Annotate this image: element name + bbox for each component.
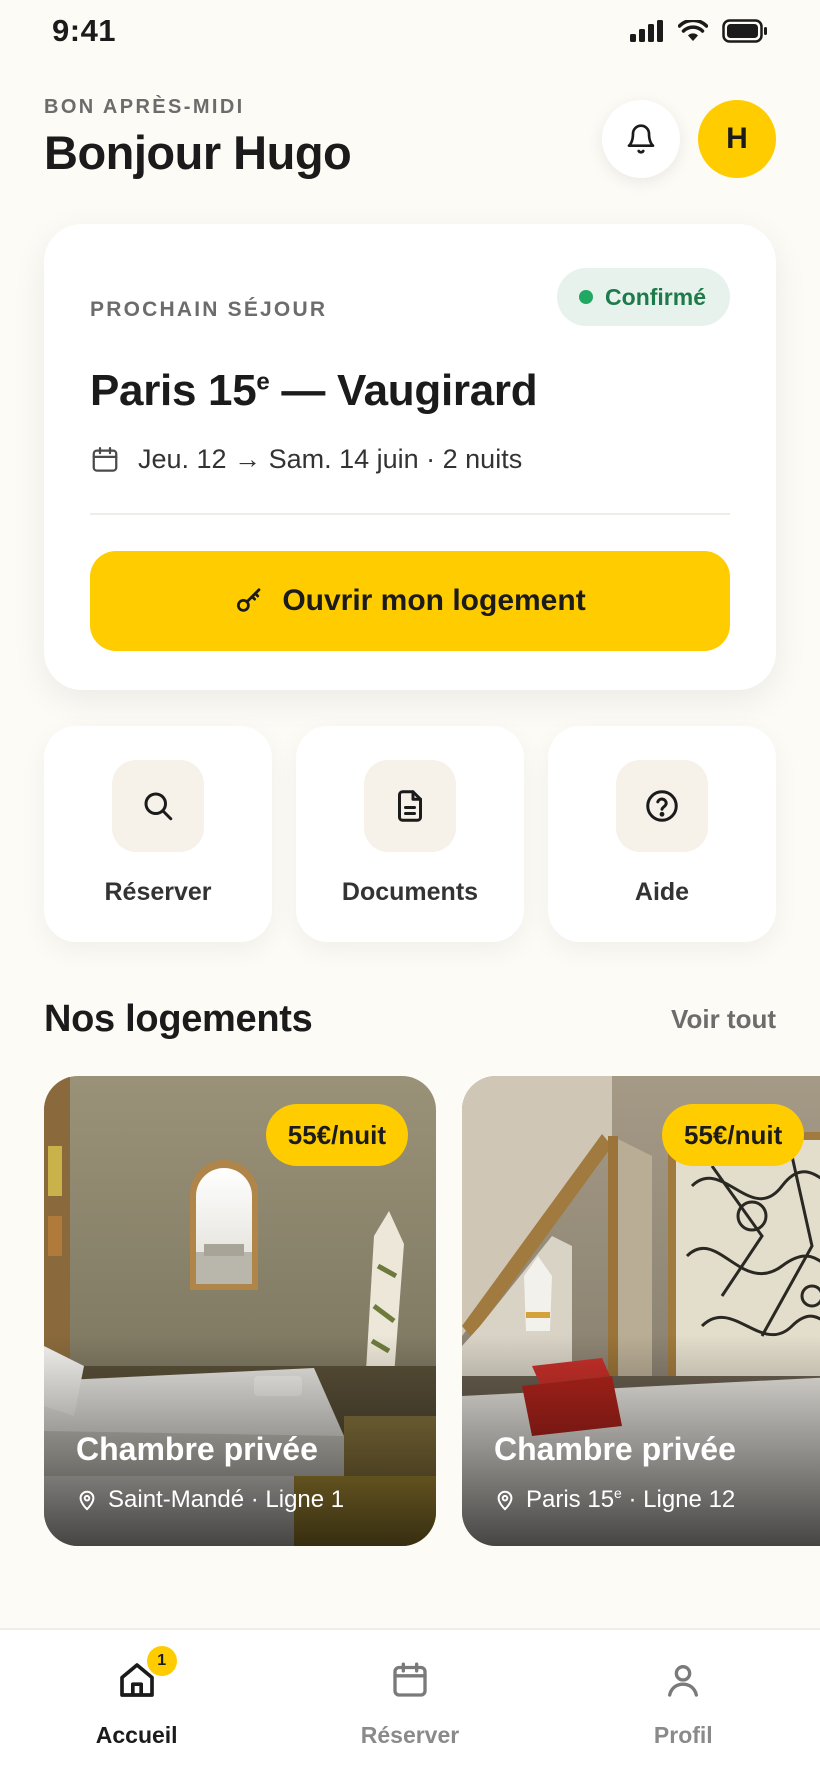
key-icon xyxy=(237,588,261,612)
listing-location-text: Saint-Mandé · Ligne 1 xyxy=(108,1486,345,1513)
status-time: 9:41 xyxy=(52,13,117,48)
location-pin-icon xyxy=(497,1490,513,1511)
tab-label: Accueil xyxy=(95,1722,178,1748)
header: BON APRÈS-MIDI Bonjour Hugo H xyxy=(44,96,776,186)
price-badge: 55€/nuit xyxy=(662,1104,805,1166)
stay-title: Paris 15e — Vaugirard xyxy=(90,366,538,415)
user-icon xyxy=(668,1665,699,1697)
quick-actions: Réserver Documents Aide xyxy=(44,726,776,942)
quick-action-documents[interactable]: Documents xyxy=(296,726,524,942)
status-badge: Confirmé xyxy=(557,268,730,326)
status-badge-label: Confirmé xyxy=(605,283,706,310)
quick-action-label: Documents xyxy=(341,878,479,906)
quick-action-reserve[interactable]: Réserver xyxy=(44,726,272,942)
section-title: Nos logements xyxy=(44,998,313,1040)
quick-action-help[interactable]: Aide xyxy=(548,726,776,942)
listings-carousel[interactable]: 55€/nuit Chambre privée Saint-Mandé · Li… xyxy=(44,1076,820,1546)
quick-icon-container xyxy=(616,760,708,852)
tab-icon xyxy=(659,1656,707,1704)
listing-location: Saint-Mandé · Ligne 1 xyxy=(76,1486,344,1514)
avatar[interactable]: H xyxy=(698,100,776,178)
header-actions: H xyxy=(602,100,776,178)
listings-section-header: Nos logements Voir tout xyxy=(44,998,776,1041)
upcoming-stay-card: PROCHAIN SÉJOUR Confirmé Paris 15e — Vau… xyxy=(44,224,776,690)
document-icon xyxy=(398,790,422,822)
listing-title: Chambre privée xyxy=(494,1431,736,1467)
listing-title: Chambre privée xyxy=(76,1431,318,1467)
listing-card[interactable]: 55€/nuit Chambre privée Saint-Mandé · Li… xyxy=(44,1076,436,1546)
tab-icon xyxy=(386,1656,434,1704)
tab-reserve[interactable]: Réserver xyxy=(273,1630,546,1781)
stay-dates-text: Jeu. 12 → Sam. 14 juin · 2 nuits xyxy=(138,444,523,474)
tab-label: Profil xyxy=(653,1722,713,1748)
search-icon xyxy=(144,792,173,821)
tab-icon: 1 xyxy=(113,1646,177,1704)
wifi-icon xyxy=(678,20,708,41)
tab-label: Réserver xyxy=(360,1722,460,1748)
price-badge: 55€/nuit xyxy=(265,1104,408,1166)
help-icon xyxy=(646,790,678,822)
status-icons xyxy=(630,19,768,43)
bell-icon xyxy=(627,124,655,154)
tab-profile[interactable]: Profil xyxy=(547,1630,820,1781)
calendar-icon xyxy=(92,446,118,472)
quick-icon-container xyxy=(112,760,204,852)
stay-dates: Jeu. 12 → Sam. 14 juin · 2 nuits xyxy=(90,444,730,475)
signal-icon xyxy=(630,20,663,42)
quick-action-label: Réserver xyxy=(104,878,212,906)
see-all-link[interactable]: Voir tout xyxy=(671,1004,776,1035)
notifications-button[interactable] xyxy=(602,100,680,178)
tab-home[interactable]: 1 Accueil xyxy=(0,1630,273,1781)
location-pin-icon xyxy=(79,1490,95,1511)
quick-icon-container xyxy=(364,760,456,852)
listing-card[interactable]: 55€/nuit Chambre privée Paris 15e · Lign… xyxy=(462,1076,820,1546)
status-dot xyxy=(579,290,594,304)
status-bar: 9:41 xyxy=(0,0,820,62)
listing-location: Paris 15e · Ligne 12 xyxy=(494,1485,735,1514)
calendar-icon xyxy=(393,1662,427,1697)
divider xyxy=(90,513,730,515)
bottom-tab-bar: 1 Accueil Réserver Profil xyxy=(0,1628,820,1781)
open-accommodation-button[interactable]: Ouvrir mon logement xyxy=(90,551,730,651)
battery-icon xyxy=(722,19,767,43)
listing-location-text: Paris 15e · Ligne 12 xyxy=(526,1485,736,1513)
quick-action-label: Aide xyxy=(634,878,690,906)
open-accommodation-label: Ouvrir mon logement xyxy=(282,584,586,617)
notification-badge: 1 xyxy=(146,1646,177,1676)
